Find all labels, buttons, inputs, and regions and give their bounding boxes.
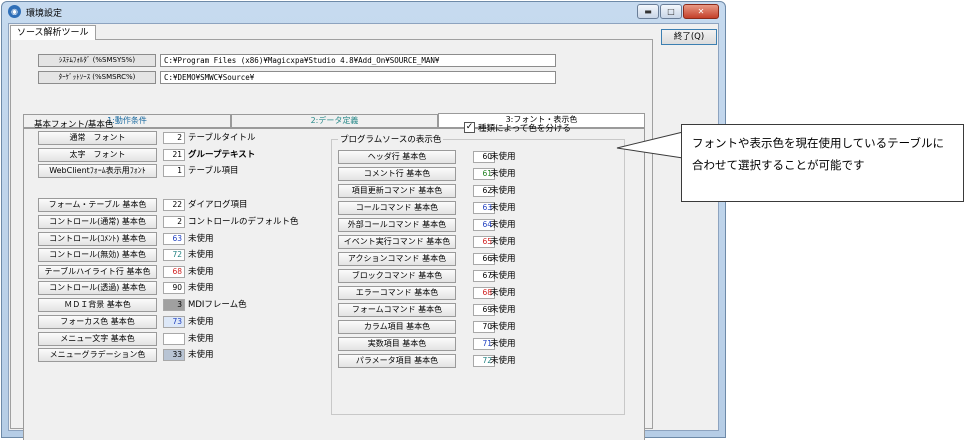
font-row-2-value[interactable]: 21 bbox=[163, 149, 185, 161]
window-title: 環境設定 bbox=[26, 9, 63, 19]
basic-color-row-4-button[interactable]: コントロール(無効) 基本色 bbox=[38, 248, 157, 262]
basic-color-row-4-value[interactable]: 72 bbox=[163, 249, 185, 261]
close-button[interactable]: ✕ bbox=[683, 4, 719, 19]
basic-color-row-5-button[interactable]: テーブルハイライト行 基本色 bbox=[38, 265, 157, 279]
title-bar: ◉ 環境設定 ▬ □ ✕ bbox=[2, 2, 725, 22]
basic-color-row-10-value[interactable]: 33 bbox=[163, 349, 185, 361]
minimize-button[interactable]: ▬ bbox=[637, 4, 659, 19]
basic-color-row-7-label: MDIフレーム色 bbox=[188, 300, 247, 310]
system-folder-field[interactable]: C:¥Program Files (x86)¥Magicxpa¥Studio 4… bbox=[160, 54, 556, 67]
caption-buttons: ▬ □ ✕ bbox=[637, 4, 719, 19]
callout-pointer bbox=[616, 131, 684, 159]
color-by-type-label: 種類によって色を分ける bbox=[478, 124, 571, 134]
font-row-1-label: テーブルタイトル bbox=[188, 133, 256, 143]
basic-color-row-1-label: ダイアログ項目 bbox=[188, 200, 248, 210]
basic-color-row-2-button[interactable]: コントロール(通常) 基本色 bbox=[38, 215, 157, 229]
target-source-button[interactable]: ﾀｰｹﾞｯﾄｿｰｽ (%SMSRC%) bbox=[38, 71, 156, 84]
tab-data-definition[interactable]: 2:データ定義 bbox=[231, 114, 438, 128]
font-row-3-label: テーブル項目 bbox=[188, 166, 239, 176]
maximize-button[interactable]: □ bbox=[660, 4, 682, 19]
system-folder-button[interactable]: ｼｽﾃﾑﾌｫﾙﾀﾞ (%SMSYS%) bbox=[38, 54, 156, 67]
basic-color-row-5-label: 未使用 bbox=[188, 267, 214, 277]
checkbox-check-icon[interactable]: ✓ bbox=[464, 122, 475, 133]
basic-color-row-6-value[interactable]: 90 bbox=[163, 282, 185, 294]
font-row-2-label: グループテキスト bbox=[188, 150, 256, 160]
basic-color-row-1-value[interactable]: 22 bbox=[163, 199, 185, 211]
callout-note: フォントや表示色を現在使用しているテーブルに合わせて選択することが可能です bbox=[681, 124, 964, 202]
font-row-3-button[interactable]: WebClientﾌｫｰﾑ表示用ﾌｫﾝﾄ bbox=[38, 164, 157, 178]
basic-color-row-3-button[interactable]: コントロール(ｺﾒﾝﾄ) 基本色 bbox=[38, 232, 157, 246]
font-row-3-value[interactable]: 1 bbox=[163, 165, 185, 177]
end-button[interactable]: 終了(Q) bbox=[661, 29, 717, 45]
basic-color-row-3-value[interactable]: 63 bbox=[163, 233, 185, 245]
basic-color-row-10-button[interactable]: メニューグラデーション色 bbox=[38, 348, 157, 362]
basic-color-row-7-value[interactable]: 3 bbox=[163, 299, 185, 311]
basic-color-row-8-button[interactable]: フォーカス色 基本色 bbox=[38, 315, 157, 329]
basic-color-row-5-value[interactable]: 68 bbox=[163, 266, 185, 278]
program-source-color-title: プログラムソースの表示色 bbox=[338, 133, 444, 145]
basic-color-row-7-button[interactable]: ＭＤＩ背景 基本色 bbox=[38, 298, 157, 312]
basic-color-row-1-button[interactable]: フォーム・テーブル 基本色 bbox=[38, 198, 157, 212]
target-source-field[interactable]: C:¥DEMO¥SMWC¥Source¥ bbox=[160, 71, 556, 84]
basic-color-row-8-label: 未使用 bbox=[188, 317, 214, 327]
basic-color-row-6-button[interactable]: コントロール(透過) 基本色 bbox=[38, 281, 157, 295]
basic-color-row-3-label: 未使用 bbox=[188, 234, 214, 244]
basic-font-color-title: 基本フォント/基本色 bbox=[34, 120, 114, 130]
basic-color-row-2-value[interactable]: 2 bbox=[163, 216, 185, 228]
tab-source-analysis-tool[interactable]: ソース解析ツール bbox=[10, 25, 96, 40]
basic-color-row-9-button[interactable]: メニュー文字 基本色 bbox=[38, 332, 157, 346]
basic-color-row-8-value[interactable]: 73 bbox=[163, 316, 185, 328]
basic-color-row-9-value[interactable] bbox=[163, 333, 185, 345]
basic-color-row-4-label: 未使用 bbox=[188, 250, 214, 260]
basic-color-row-10-label: 未使用 bbox=[188, 350, 214, 360]
font-row-2-button[interactable]: 太字 フォント bbox=[38, 148, 157, 162]
font-row-1-button[interactable]: 通常 フォント bbox=[38, 131, 157, 145]
basic-color-row-2-label: コントロールのデフォルト色 bbox=[188, 217, 299, 227]
program-source-color-group bbox=[331, 139, 625, 415]
font-row-1-value[interactable]: 2 bbox=[163, 132, 185, 144]
settings-app-icon: ◉ bbox=[8, 5, 21, 18]
basic-color-row-9-label: 未使用 bbox=[188, 334, 214, 344]
basic-color-row-6-label: 未使用 bbox=[188, 283, 214, 293]
